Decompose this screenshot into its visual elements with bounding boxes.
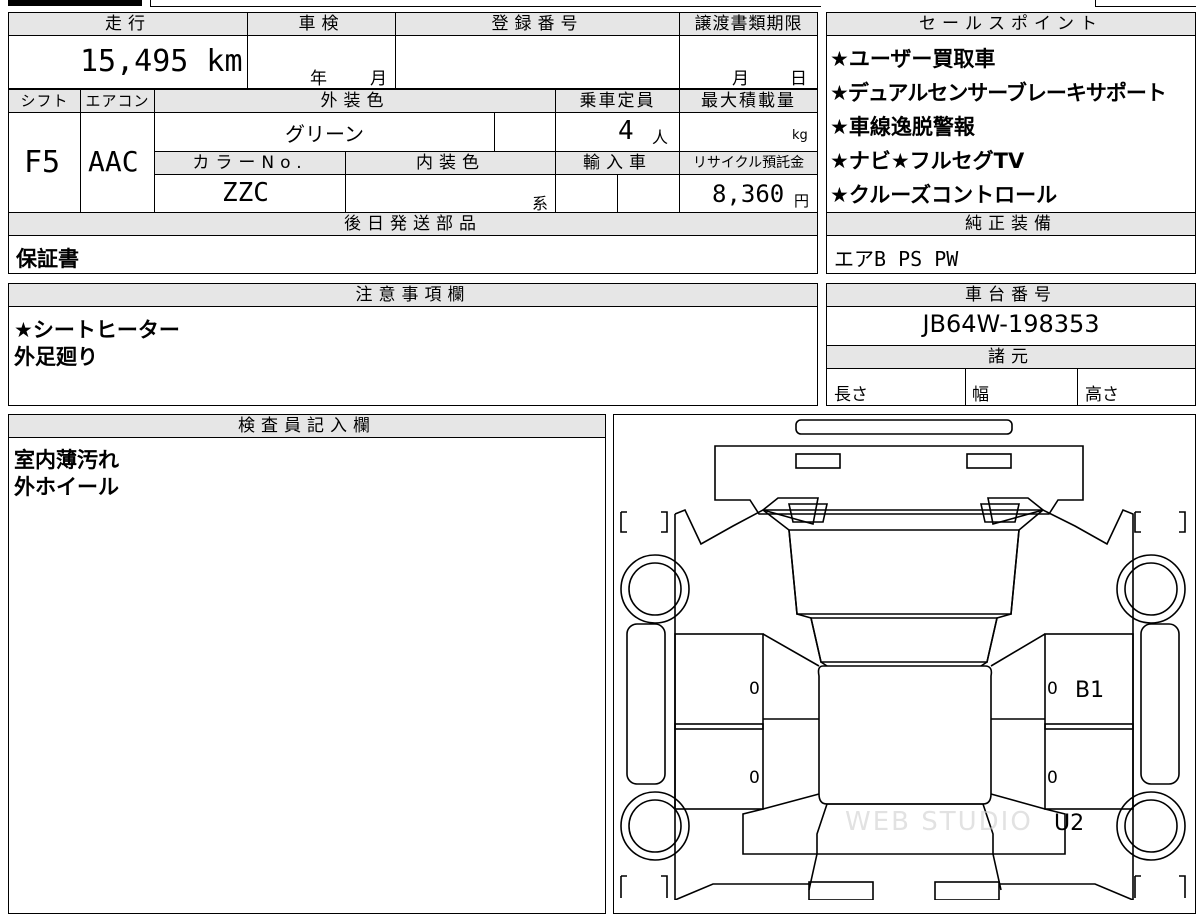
left-front-door-mark: 0 <box>749 679 760 699</box>
top-strip <box>150 0 821 7</box>
notes-line: 外足廻り <box>14 345 98 369</box>
watermark: WEB STUDIO <box>845 807 1033 837</box>
max-load-header: 最大積載量 <box>679 89 818 113</box>
top-strip-right <box>1095 0 1196 7</box>
spec-height-label: 高さ <box>1085 385 1119 405</box>
left-rear-door <box>674 723 764 810</box>
shift-value: F5 <box>24 145 61 180</box>
right-front-wheel <box>1116 554 1186 624</box>
max-load-unit: kg <box>792 128 808 143</box>
roof <box>809 617 999 663</box>
right-front-door-mark: 0 <box>1047 679 1058 699</box>
inspector-line: 外ホイール <box>14 475 119 499</box>
exterior-color-value: グリーン <box>285 122 364 146</box>
recycle-value: 8,360 <box>712 180 785 208</box>
import-header: 輸入車 <box>555 151 680 175</box>
inspection-header: 車検 <box>247 12 396 36</box>
sales-point-item: ★ナビ★フルセグTV <box>830 149 1025 173</box>
later-parts-value: 保証書 <box>16 247 79 271</box>
left-headlight <box>795 453 841 469</box>
chassis-value: JB64W-198353 <box>922 310 1100 338</box>
interior-color-header: 内装色 <box>345 151 556 175</box>
interior-color-unit: 系 <box>532 194 549 213</box>
inspection-month-unit: 月 <box>370 69 387 89</box>
inspection-year-unit: 年 <box>310 69 327 89</box>
right-rear-door-mark: 0 <box>1047 768 1058 788</box>
left-rear-door-mark: 0 <box>749 768 760 788</box>
standard-equipment-value: エアB PS PW <box>834 247 959 271</box>
aircon-header: エアコン <box>80 89 155 113</box>
recycle-header: リサイクル預託金 <box>679 151 818 175</box>
interior-color-cell <box>345 174 556 213</box>
color-no-header: カラーNo. <box>154 151 346 175</box>
capacity-unit: 人 <box>652 128 669 147</box>
windshield <box>788 529 1020 615</box>
sales-point-item: ★ユーザー買取車 <box>830 47 996 71</box>
exterior-color-header: 外装色 <box>154 89 556 113</box>
deadline-day-unit: 日 <box>790 69 807 89</box>
right-headlight <box>966 453 1012 469</box>
recycle-unit: 円 <box>794 192 810 210</box>
right-rear-damage-code: U2 <box>1054 811 1084 836</box>
notes-line: ★シートヒーター <box>14 318 180 342</box>
mileage-value: 15,495 km <box>80 44 243 79</box>
deadline-month-unit: 月 <box>732 69 749 89</box>
sales-point-item: ★車線逸脱警報 <box>830 115 975 139</box>
capacity-value: 4 <box>618 116 634 146</box>
right-rear-door <box>1044 723 1134 810</box>
color-no-value: ZZC <box>222 178 269 208</box>
shift-header: シフト <box>8 89 81 113</box>
left-tail-light <box>808 881 874 900</box>
right-front-damage-code: B1 <box>1075 678 1104 703</box>
left-rear-wheel <box>620 791 690 861</box>
registration-cell <box>395 35 680 89</box>
import-cell-b <box>617 174 680 213</box>
right-rear-wheel <box>1116 791 1186 861</box>
import-cell-a <box>555 174 618 213</box>
front-bumper-part <box>795 419 1013 435</box>
chassis-header: 車台番号 <box>826 283 1196 307</box>
sales-points-header: セールスポイント <box>826 12 1196 36</box>
mileage-header: 走行 <box>8 12 248 36</box>
standard-equipment-header: 純正装備 <box>826 212 1196 236</box>
roof-center <box>817 665 993 805</box>
exterior-color-extra <box>494 112 556 152</box>
spec-length-label: 長さ <box>834 385 868 405</box>
left-front-wheel <box>620 554 690 624</box>
sales-points-list: ★ユーザー買取車 ★デュアルセンサーブレーキサポート ★車線逸脱警報 ★ナビ★フ… <box>830 42 1196 212</box>
aircon-value: AAC <box>88 145 139 178</box>
right-tail-light <box>934 881 1000 900</box>
later-parts-header: 後日発送部品 <box>8 212 818 236</box>
deadline-header: 譲渡書類期限 <box>679 12 818 36</box>
inspector-line: 室内薄汚れ <box>14 448 119 472</box>
specs-header: 諸元 <box>826 345 1196 369</box>
notes-header: 注意事項欄 <box>8 283 818 307</box>
sales-point-item: ★クルーズコントロール <box>830 183 1058 207</box>
top-strip-black <box>8 0 142 6</box>
capacity-header: 乗車定員 <box>555 89 680 113</box>
inspector-header: 検査員記入欄 <box>8 414 606 438</box>
car-diagram: WEB STUDIO 0 0 0 B1 0 U2 <box>620 419 1186 900</box>
spec-width-label: 幅 <box>972 385 989 405</box>
registration-header: 登録番号 <box>395 12 680 36</box>
sales-point-item: ★デュアルセンサーブレーキサポート <box>830 81 1167 105</box>
